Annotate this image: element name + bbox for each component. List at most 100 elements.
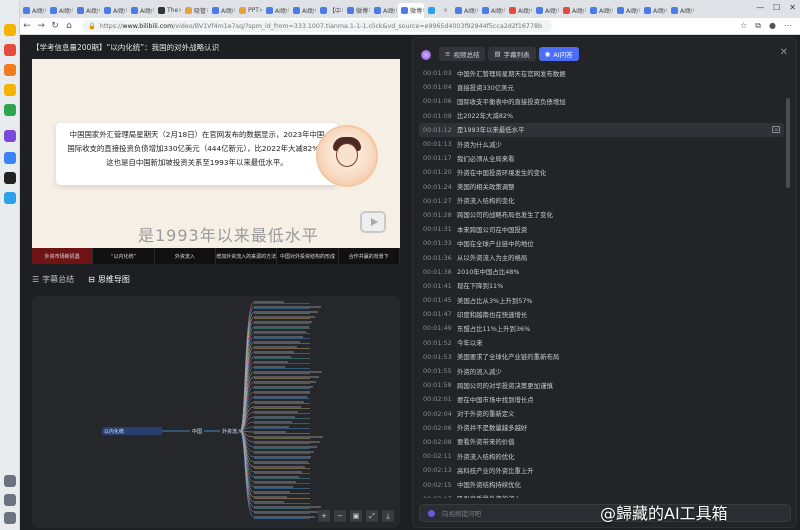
tab-close-icon[interactable]: × bbox=[503, 7, 505, 14]
browser-tab[interactable]: AI助× bbox=[479, 3, 505, 18]
mindmap-canvas[interactable]: 以内化统 中国 外资流入 + − ▣ ⤢ ⤓ bbox=[32, 296, 400, 528]
timestamp[interactable]: 00:01:24 bbox=[423, 183, 452, 191]
tab-close-icon[interactable]: × bbox=[692, 7, 694, 14]
chapter-item[interactable]: 中国对外投资结构的形成 bbox=[277, 248, 339, 264]
browser-tab[interactable]: AI助× bbox=[128, 3, 154, 18]
subtitle-line[interactable]: 00:01:36 从以外资流入为主的格局 bbox=[419, 250, 784, 264]
browser-tab[interactable]: AI助× bbox=[263, 3, 289, 18]
subtitle-line[interactable]: 00:01:41 现在下降到11% bbox=[419, 279, 784, 293]
tab-close-icon[interactable]: × bbox=[98, 7, 100, 14]
app-icon[interactable] bbox=[4, 130, 16, 142]
favorites-icon[interactable] bbox=[4, 24, 16, 36]
timestamp[interactable]: 00:01:27 bbox=[423, 197, 452, 205]
browser-tab[interactable]: AI助× bbox=[20, 3, 46, 18]
copy-icon[interactable]: ⊞ bbox=[772, 126, 780, 134]
timestamp[interactable]: 00:01:36 bbox=[423, 254, 452, 262]
tab-close-icon[interactable]: × bbox=[152, 7, 154, 14]
menu-icon[interactable]: ⋯ bbox=[784, 21, 792, 31]
browser-tab[interactable]: AI助× bbox=[641, 3, 667, 18]
profile-icon[interactable]: ● bbox=[769, 21, 776, 31]
browser-tab[interactable]: AI助× bbox=[668, 3, 694, 18]
timestamp[interactable]: 00:01:47 bbox=[423, 310, 452, 318]
tab-ai-qa[interactable]: ◉ AI问答 bbox=[538, 47, 579, 61]
browser-tab[interactable]: AI助× bbox=[74, 3, 100, 18]
subtitle-line[interactable]: 00:01:53 美国要求了全球化产业链的重新布局 bbox=[419, 350, 784, 364]
maximize-icon[interactable]: ☐ bbox=[773, 3, 780, 12]
download-icon[interactable]: ⤓ bbox=[382, 510, 394, 522]
star-icon[interactable]: ☆ bbox=[740, 21, 747, 31]
reload-icon[interactable]: ↻ bbox=[48, 21, 62, 31]
tab-close-icon[interactable]: × bbox=[638, 7, 640, 14]
subtitle-line[interactable]: 00:01:31 本来跨国公司在中国投资 bbox=[419, 222, 784, 236]
subtitle-line[interactable]: 00:01:20 外资在中国投资环境发生的变化 bbox=[419, 165, 784, 179]
subtitle-line[interactable]: 00:02:06 外资并不是数量越多越好 bbox=[419, 421, 784, 435]
browser-tab[interactable]: AI助× bbox=[209, 3, 235, 18]
back-icon[interactable]: ← bbox=[20, 21, 34, 31]
timestamp[interactable]: 00:01:58 bbox=[423, 381, 452, 389]
subtitle-line[interactable]: 00:01:27 外资流入结构的变化 bbox=[419, 194, 784, 208]
timestamp[interactable]: 00:02:11 bbox=[423, 452, 452, 460]
browser-tab[interactable]: AI助× bbox=[506, 3, 532, 18]
subtitle-line[interactable]: 00:01:55 外资的流入减少 bbox=[419, 364, 784, 378]
tab-close-icon[interactable]: × bbox=[44, 7, 46, 14]
subtitle-line[interactable]: 00:01:12 是1993年以来最低水平 ⊞ bbox=[419, 122, 784, 137]
app-icon[interactable] bbox=[4, 44, 16, 56]
subtitle-line[interactable]: 00:01:24 美国的相关政策调整 bbox=[419, 180, 784, 194]
close-icon[interactable]: ✕ bbox=[780, 47, 788, 58]
timestamp[interactable]: 00:01:45 bbox=[423, 296, 452, 304]
browser-tab[interactable]: AI助× bbox=[533, 3, 559, 18]
timestamp[interactable]: 00:01:28 bbox=[423, 211, 452, 219]
subtitle-line[interactable]: 00:01:06 国际收支平衡表中的直接投资负债增加 bbox=[419, 94, 784, 108]
browser-tab[interactable]: AI助× bbox=[371, 3, 397, 18]
tab-close-icon[interactable]: × bbox=[259, 7, 262, 14]
zoom-out-icon[interactable]: − bbox=[334, 510, 346, 522]
timestamp[interactable]: 00:01:03 bbox=[423, 69, 452, 77]
timestamp[interactable]: 00:02:06 bbox=[423, 424, 452, 432]
subtitle-line[interactable]: 00:01:58 跨国公司的对华投资决策更加谨慎 bbox=[419, 378, 784, 392]
browser-tab[interactable]: AI助× bbox=[101, 3, 127, 18]
timestamp[interactable]: 00:02:17 bbox=[423, 495, 452, 498]
app-icon[interactable] bbox=[4, 172, 16, 184]
tab-close-icon[interactable]: × bbox=[314, 7, 316, 14]
browser-tab[interactable]: AI助× bbox=[614, 3, 640, 18]
timestamp[interactable]: 00:01:09 bbox=[423, 112, 452, 120]
subtitle-line[interactable]: 00:01:04 直接投资330亿美元 bbox=[419, 80, 784, 94]
timestamp[interactable]: 00:02:01 bbox=[423, 395, 452, 403]
app-icon[interactable] bbox=[4, 84, 16, 96]
browser-tab[interactable]: The × bbox=[155, 3, 181, 18]
extension-icon[interactable]: ⧉ bbox=[755, 21, 761, 31]
tab-close-icon[interactable]: × bbox=[287, 7, 289, 14]
browser-tab[interactable]: × bbox=[425, 3, 451, 18]
tab-close-icon[interactable]: × bbox=[476, 7, 478, 14]
tab-close-icon[interactable]: × bbox=[341, 7, 343, 14]
timestamp[interactable]: 00:01:06 bbox=[423, 97, 452, 105]
fit-icon[interactable]: ▣ bbox=[350, 510, 362, 522]
tab-close-icon[interactable]: × bbox=[206, 7, 208, 14]
subtitle-line[interactable]: 00:02:08 要看外资带来的价值 bbox=[419, 435, 784, 449]
app-icon[interactable] bbox=[4, 64, 16, 76]
tab-close-icon[interactable]: × bbox=[233, 7, 235, 14]
timestamp[interactable]: 00:01:55 bbox=[423, 367, 452, 375]
browser-tab[interactable]: AI助× bbox=[587, 3, 613, 18]
timestamp[interactable]: 00:01:33 bbox=[423, 239, 452, 247]
timestamp[interactable]: 00:01:53 bbox=[423, 353, 452, 361]
url-input[interactable]: 🔒 https:// www.bilibili.com /video/BV1Vf… bbox=[82, 20, 552, 32]
tab-video-summary[interactable]: ≡ 视频总结 bbox=[439, 47, 486, 61]
tools-icon[interactable] bbox=[4, 494, 16, 506]
subtitle-line[interactable]: 00:02:01 要在中国市场中找到增长点 bbox=[419, 392, 784, 406]
timestamp[interactable]: 00:02:13 bbox=[423, 466, 452, 474]
browser-tab[interactable]: AI助× bbox=[290, 3, 316, 18]
forward-icon[interactable]: → bbox=[34, 21, 48, 31]
subtitle-line[interactable]: 00:01:47 印度和越南也在快速增长 bbox=[419, 307, 784, 321]
browser-tab[interactable]: 【中× bbox=[317, 3, 343, 18]
tab-close-icon[interactable]: × bbox=[443, 7, 448, 14]
tab-close-icon[interactable]: × bbox=[395, 7, 397, 14]
close-icon[interactable]: ✕ bbox=[789, 3, 796, 12]
subtitle-line[interactable]: 00:01:13 外资为什么减少 bbox=[419, 137, 784, 151]
tab-close-icon[interactable]: × bbox=[611, 7, 613, 14]
video-player[interactable]: 中国国家外汇管理局星期天（2月18日）在官网发布的数据显示，2023年中国国际收… bbox=[32, 59, 400, 264]
timestamp[interactable]: 00:01:31 bbox=[423, 225, 452, 233]
timestamp[interactable]: 00:01:38 bbox=[423, 268, 452, 276]
subtitle-line[interactable]: 00:01:09 比2022年大减82% bbox=[419, 109, 784, 123]
tab-close-icon[interactable]: × bbox=[530, 7, 532, 14]
